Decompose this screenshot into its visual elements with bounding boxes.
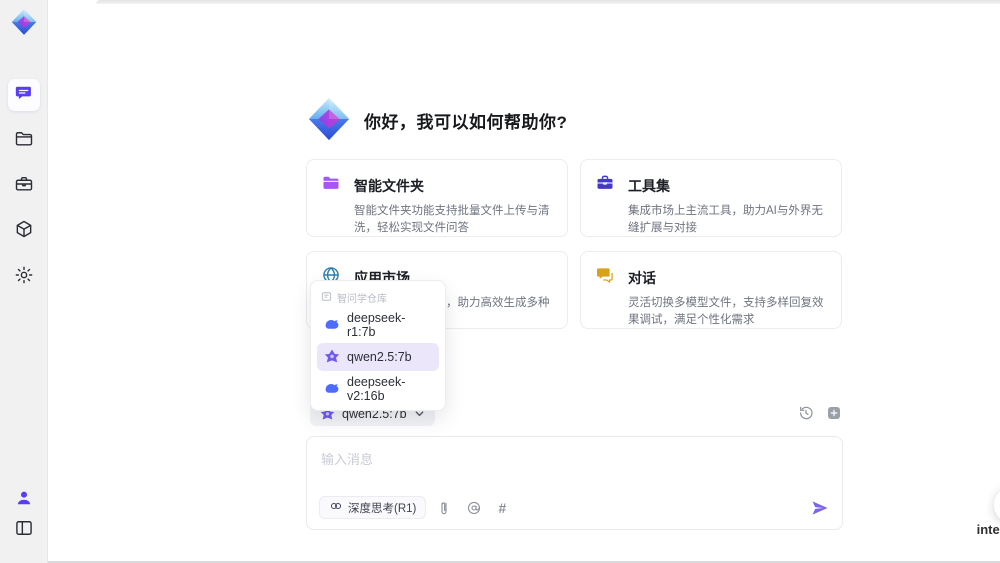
intel-core-badge: intel core Ultra bbox=[970, 522, 1000, 547]
folder-icon bbox=[14, 129, 34, 154]
app-window: 你好，我可以如何帮助你? 智能文件夹 智能文件夹功能支持批量文件上传与清洗，轻松… bbox=[0, 0, 1000, 563]
assistant-logo-icon bbox=[306, 96, 352, 144]
model-group-label: 智问学仓库 bbox=[337, 294, 387, 305]
deep-think-toggle[interactable]: 深度思考(R1) bbox=[319, 496, 427, 519]
sidebar-item-toolbox[interactable] bbox=[8, 170, 40, 202]
card-title: 工具集 bbox=[628, 177, 670, 194]
new-chat-icon[interactable] bbox=[826, 405, 842, 421]
composer: 深度思考(R1) # bbox=[306, 436, 843, 530]
card-desc: 智能文件夹功能支持批量文件上传与清洗，轻松实现文件问答 bbox=[354, 205, 550, 235]
sidebar-item-settings[interactable] bbox=[8, 261, 40, 293]
model-option-qwen[interactable]: qwen2.5:7b bbox=[317, 343, 439, 371]
card-desc: 集成市场上主流工具，助力AI与外界无缝扩展与对接 bbox=[628, 205, 823, 235]
card-title: 对话 bbox=[628, 269, 656, 286]
card-title: 智能文件夹 bbox=[354, 177, 424, 194]
send-button[interactable] bbox=[810, 498, 830, 518]
repository-icon bbox=[321, 291, 332, 305]
briefcase-icon bbox=[14, 174, 34, 199]
deep-think-label: 深度思考(R1) bbox=[348, 502, 417, 515]
sidebar-item-models[interactable] bbox=[8, 215, 40, 247]
smart-folder-icon bbox=[321, 173, 341, 198]
main-area: 你好，我可以如何帮助你? 智能文件夹 智能文件夹功能支持批量文件上传与清洗，轻松… bbox=[48, 0, 1000, 563]
model-option-label: deepseek-v2:16b bbox=[347, 375, 406, 403]
sidebar-item-account[interactable] bbox=[8, 484, 40, 516]
model-option-label: qwen2.5:7b bbox=[347, 350, 412, 364]
attachment-icon[interactable] bbox=[438, 500, 454, 516]
deep-think-icon bbox=[329, 499, 343, 516]
greeting: 你好，我可以如何帮助你? bbox=[306, 96, 567, 144]
user-icon bbox=[14, 488, 34, 513]
model-option-deepseek-r1[interactable]: deepseek-r1:7b bbox=[317, 311, 439, 339]
card-smart-folder[interactable]: 智能文件夹 智能文件夹功能支持批量文件上传与清洗，轻松实现文件问答 bbox=[306, 159, 568, 237]
hash-icon[interactable]: # bbox=[494, 500, 510, 516]
deepseek-icon bbox=[324, 380, 340, 399]
sidebar bbox=[0, 0, 48, 563]
intel-logo-text: intel bbox=[976, 522, 1000, 537]
gear-icon bbox=[14, 265, 34, 290]
card-dialog[interactable]: 对话 灵活切换多模型文件，支持多样回复效果调试，满足个性化需求 bbox=[580, 251, 842, 329]
send-icon bbox=[812, 500, 828, 515]
layout-panel-icon bbox=[14, 518, 34, 543]
card-toolset[interactable]: 工具集 集成市场上主流工具，助力AI与外界无缝扩展与对接 bbox=[580, 159, 842, 237]
model-group-header: 智问学仓库 bbox=[311, 286, 445, 307]
window-top-edge bbox=[96, 0, 1000, 4]
download-button[interactable] bbox=[994, 487, 1000, 523]
mention-icon[interactable] bbox=[466, 500, 482, 516]
message-input[interactable] bbox=[307, 437, 842, 483]
card-desc: 灵活切换多模型文件，支持多样回复效果调试，满足个性化需求 bbox=[628, 297, 824, 327]
app-logo-icon bbox=[10, 8, 38, 44]
model-dropdown: 智问学仓库 deepseek-r1:7b qwen2.5:7b deepseek… bbox=[310, 280, 446, 411]
greeting-title: 你好，我可以如何帮助你? bbox=[364, 112, 568, 132]
conversation-actions bbox=[798, 405, 842, 421]
deepseek-icon bbox=[324, 316, 340, 335]
sidebar-item-chat[interactable] bbox=[8, 79, 40, 111]
model-option-deepseek-v2[interactable]: deepseek-v2:16b bbox=[317, 375, 439, 403]
model-option-label: deepseek-r1:7b bbox=[347, 311, 406, 339]
cube-icon bbox=[14, 219, 34, 244]
composer-toolbar: 深度思考(R1) # bbox=[319, 496, 830, 519]
toolset-icon bbox=[595, 173, 615, 198]
dialog-icon bbox=[595, 265, 615, 290]
qwen-icon bbox=[324, 348, 340, 367]
sidebar-item-folders[interactable] bbox=[8, 125, 40, 157]
sidebar-item-collapse[interactable] bbox=[8, 514, 40, 546]
chat-icon bbox=[14, 83, 34, 108]
ultra-logo-text: Ultra bbox=[970, 539, 1000, 547]
history-icon[interactable] bbox=[798, 405, 814, 421]
